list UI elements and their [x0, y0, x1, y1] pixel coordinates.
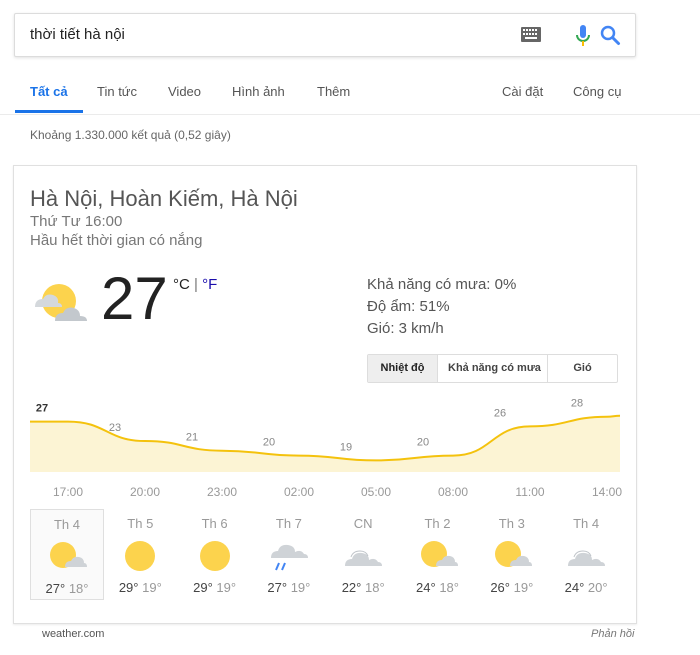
forecast-day-temps: 22° 18° — [327, 580, 399, 595]
chart-data-label: 21 — [186, 432, 198, 444]
weather-card: Hà Nội, Hoàn Kiếm, Hà Nội Thứ Tư 16:00 H… — [13, 165, 637, 624]
forecast-high: 29° — [193, 580, 213, 595]
search-box — [14, 13, 636, 57]
forecast-day-temps: 27° 18° — [31, 581, 103, 596]
forecast-high: 22° — [341, 580, 362, 595]
forecast-day[interactable]: Th 4 27° 18° — [30, 509, 104, 600]
forecast-high: 24° — [416, 580, 436, 595]
forecast-day-temps: 29° 19° — [179, 580, 251, 595]
forecast-low: 19° — [216, 580, 237, 595]
chart-data-label: 19 — [340, 441, 352, 453]
forecast-day[interactable]: Th 6 29° 19° — [179, 509, 251, 598]
forecast-day-temps: 29° 19° — [104, 580, 176, 595]
forecast-low: 18° — [365, 580, 385, 595]
forecast-day[interactable]: CN 22° 18° — [327, 509, 399, 598]
forecast-day[interactable]: Th 7 27° 19° — [253, 509, 325, 598]
tab-images[interactable]: Hình ảnh — [232, 84, 285, 99]
forecast-day-name: Th 7 — [275, 516, 302, 531]
tab-settings[interactable]: Cài đặt — [502, 84, 543, 99]
feedback-link[interactable]: Phản hồi — [591, 628, 634, 640]
chart-data-label: 26 — [494, 407, 506, 419]
chart-data-label: 20 — [417, 437, 429, 449]
search-icon[interactable] — [599, 24, 621, 46]
partly-sunny-icon — [50, 542, 87, 568]
weather-source[interactable]: weather.com — [42, 628, 104, 640]
forecast-day-temps: 26° 19° — [476, 580, 548, 595]
sunny-icon — [125, 541, 156, 571]
partly-sunny-icon — [494, 541, 532, 567]
tab-all[interactable]: Tất cả — [30, 84, 68, 99]
forecast-low: 19° — [142, 580, 162, 595]
partly-sunny-icon — [420, 541, 458, 567]
keyboard-icon[interactable] — [521, 27, 541, 42]
forecast-low: 18° — [439, 580, 459, 595]
forecast-day-temps: 24° 18° — [402, 580, 474, 595]
forecast-day-name: Th 6 — [201, 516, 228, 531]
forecast-day[interactable]: Th 5 29° 19° — [104, 509, 176, 598]
forecast-high: 27° — [267, 580, 288, 595]
chart-data-label: 20 — [263, 437, 275, 449]
forecast-day-name: Th 2 — [424, 516, 451, 531]
forecast-day[interactable]: Th 4 24° 20° — [550, 509, 622, 598]
forecast-high: 27° — [45, 581, 66, 596]
forecast-day[interactable]: Th 2 24° 18° — [402, 509, 474, 598]
tab-tools[interactable]: Công cụ — [573, 84, 621, 99]
chart-x-tick: 23:00 — [207, 485, 237, 499]
chart-data-label: 23 — [109, 422, 121, 434]
forecast-low: 19° — [513, 580, 534, 595]
tab-more[interactable]: Thêm — [317, 84, 350, 99]
forecast-day-temps: 27° 19° — [253, 580, 325, 595]
forecast-day-name: CN — [353, 516, 373, 531]
chart-x-tick: 20:00 — [130, 485, 160, 499]
active-tab-underline — [15, 110, 83, 113]
forecast-low: 19° — [290, 580, 311, 595]
result-count: Khoảng 1.330.000 kết quả (0,52 giây) — [30, 128, 231, 142]
chart-x-tick: 14:00 — [592, 485, 622, 499]
forecast-day[interactable]: Th 3 26° 19° — [476, 509, 548, 598]
rain-icon — [270, 544, 308, 571]
forecast-day-temps: 24° 20° — [550, 580, 622, 595]
cloudy-icon — [568, 550, 606, 566]
forecast-day-name: Th 4 — [53, 517, 80, 532]
chart-x-tick: 05:00 — [361, 485, 391, 499]
tab-video[interactable]: Video — [168, 84, 201, 99]
sunny-icon — [199, 541, 230, 571]
chart-data-label: 28 — [571, 398, 583, 410]
tab-news[interactable]: Tin tức — [97, 84, 137, 99]
search-input[interactable] — [30, 14, 500, 56]
forecast-day-name: Th 5 — [127, 516, 154, 531]
chart-x-tick: 02:00 — [284, 485, 314, 499]
chart-data-label: 27 — [36, 403, 48, 415]
forecast-high: 29° — [118, 580, 139, 595]
microphone-icon[interactable] — [575, 24, 591, 48]
forecast-day-name: Th 3 — [498, 516, 525, 531]
forecast-low: 20° — [587, 580, 608, 595]
forecast-high: 24° — [564, 580, 585, 595]
chart-x-tick: 17:00 — [53, 485, 83, 499]
search-tabs: Tất cả Tin tức Video Hình ảnh Thêm Cài đ… — [0, 70, 700, 115]
forecast-high: 26° — [490, 580, 510, 595]
chart-x-tick: 08:00 — [438, 485, 468, 499]
forecast-low: 18° — [68, 581, 89, 596]
temperature-chart: 27 17:00 23 20:00 21 23:00 20 02:00 19 05:00 20 08:… — [30, 398, 622, 499]
cloudy-icon — [345, 550, 383, 566]
chart-x-tick: 11:00 — [515, 485, 544, 499]
forecast-day-name: Th 4 — [573, 516, 600, 531]
